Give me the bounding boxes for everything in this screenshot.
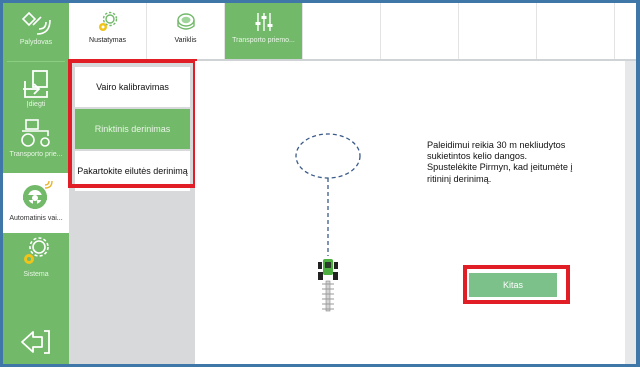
sidebar-item-label: Sistema (23, 271, 49, 278)
top-tab-bar: Nustatymas Variklis Transporto priemo... (69, 3, 636, 59)
sidebar-item-sistema[interactable]: Sistema (3, 235, 69, 285)
back-button[interactable] (3, 327, 69, 361)
sidebar-divider (7, 61, 65, 62)
back-arrow-icon (3, 327, 69, 357)
tab-empty (303, 3, 381, 59)
sidebar-item-transporto[interactable]: Transporto prie... (3, 117, 69, 169)
sidebar-item-automatinis[interactable]: Automatinis vai... (3, 173, 69, 233)
highlight-box-menu (68, 59, 197, 188)
steering-wheel-icon (3, 179, 69, 213)
tab-label: Transporto priemo... (232, 37, 295, 44)
gear-icon (69, 11, 146, 33)
instruction-line: sukietintos kelio dangos. (427, 151, 528, 162)
sidebar-item-label: Palydovas (19, 39, 53, 46)
instruction-line: Paleidimui reikia 30 m nekliudytos (427, 140, 566, 150)
tractor-icon (318, 259, 338, 280)
implement-icon (322, 280, 334, 312)
scrollbar[interactable] (625, 61, 636, 364)
sidebar-item-label: Automatinis vai... (9, 215, 63, 222)
sidebar-item-label: Transporto prie... (9, 151, 63, 158)
sliders-icon (225, 11, 302, 33)
tab-variklis[interactable]: Variklis (147, 3, 225, 59)
tab-empty (537, 3, 615, 59)
tab-transporto-priemone[interactable]: Transporto priemo... (225, 3, 303, 59)
sidebar-item-palydovas[interactable]: Palydovas (3, 9, 69, 57)
tab-label: Variklis (174, 37, 197, 44)
drive-path-diagram (295, 133, 361, 312)
instruction-text: Paleidimui reikia 30 m nekliudytos sukie… (427, 140, 597, 185)
highlight-box-button (463, 265, 570, 304)
sidebar-item-label: Įdiegti (26, 101, 46, 108)
tab-nustatymas[interactable]: Nustatymas (69, 3, 147, 59)
instruction-line: Spustelėkite Pirmyn, kad įeitumėte į (427, 162, 573, 173)
tab-label: Nustatymas (89, 37, 126, 44)
tab-empty (381, 3, 459, 59)
app-window: Palydovas Įdiegti Transporto prie... Aut… (3, 3, 636, 364)
satellite-icon (3, 9, 69, 37)
motor-icon (147, 11, 224, 33)
sidebar: Palydovas Įdiegti Transporto prie... Aut… (3, 3, 69, 364)
turn-loop-path (295, 133, 361, 179)
gear-icon (3, 235, 69, 269)
tab-empty (459, 3, 537, 59)
main-panel (195, 61, 625, 364)
sidebar-item-idiegti[interactable]: Įdiegti (3, 69, 69, 115)
install-icon (3, 69, 69, 99)
instruction-line: ritininį derinimą. (427, 173, 492, 184)
tractor-icon (3, 117, 69, 149)
